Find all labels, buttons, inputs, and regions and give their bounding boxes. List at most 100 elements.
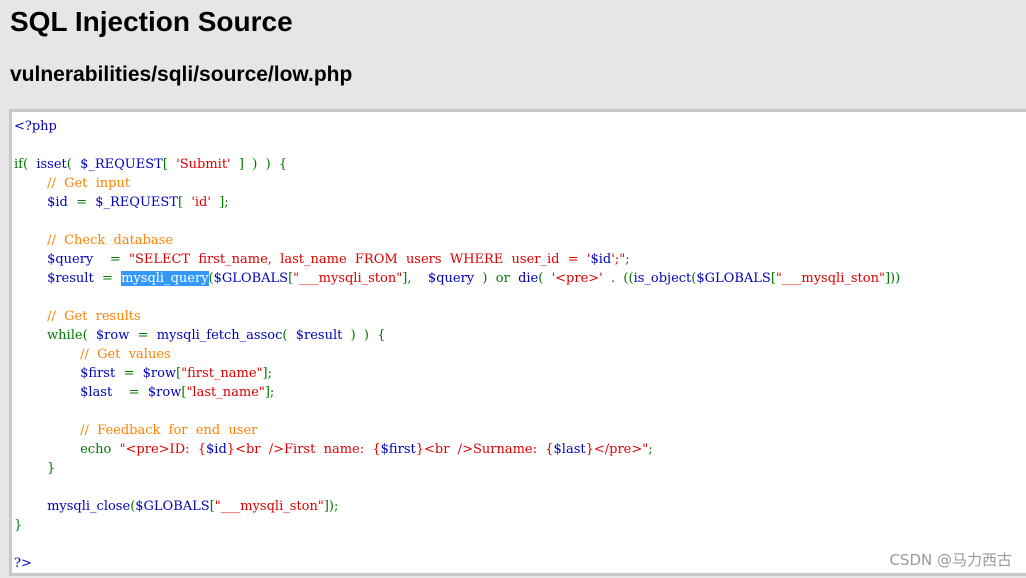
code-line: $last = $row["last_name"]; [14,383,900,402]
code-token: [ [177,195,192,210]
code-token: . (( [611,271,634,286]
code-line: ​ [14,478,900,497]
code-token: "___mysqli_ston" [293,271,403,286]
code-token: ]; [210,195,229,210]
code-line: ?> [14,554,900,573]
code-token: "___mysqli_ston" [775,271,885,286]
source-code-box[interactable]: <?php​if( isset( $_REQUEST[ 'Submit' ] )… [9,109,1026,576]
code-token: // Check database [47,233,174,248]
code-line: // Feedback for end user [14,421,900,440]
code-token: mysqli_fetch_assoc [156,328,283,343]
code-token: ( [66,157,81,172]
code-token: $first [380,442,416,457]
code-token: $query [427,271,483,286]
code-token: $id [206,442,227,457]
code-token: ]; [262,366,272,381]
code-token: "<pre>ID: { [119,442,207,457]
code-line: ​ [14,288,900,307]
code-line: ​ [14,402,900,421]
source-path-heading: vulnerabilities/sqli/source/low.php [10,63,353,86]
code-token: '<pre>' [551,271,612,286]
code-token: $row [147,385,182,400]
code-line: ​ [14,212,900,231]
code-line: // Get input [14,174,900,193]
code-token: $GLOBALS [213,271,289,286]
code-token: ?> [14,556,32,571]
code-token: "___mysqli_ston" [214,499,324,514]
selected-text: mysqli_query [121,271,209,286]
code-token: ]); [323,499,339,514]
csdn-watermark: CSDN @马力西古 [889,551,1012,569]
code-line: // Get values [14,345,900,364]
code-token: $_REQUEST [95,195,178,210]
code-token: "SELECT first_name, last_name FROM users… [128,252,591,267]
code-token: $result [295,328,351,343]
code-token: $id [47,195,77,210]
code-token: $query [47,252,110,267]
code-token: // Feedback for end user [80,423,258,438]
code-token: }<br />First name: { [226,442,381,457]
code-line: $query = "SELECT first_name, last_name F… [14,250,900,269]
code-token: 'Submit' [176,157,231,172]
code-token: ';" [611,252,626,267]
code-token: ], [402,271,428,286]
code-token: }<br />Surname: { [415,442,554,457]
code-line: ​ [14,136,900,155]
code-token: "last_name" [186,385,265,400]
source-code[interactable]: <?php​if( isset( $_REQUEST[ 'Submit' ] )… [14,117,900,573]
code-token: die [518,271,539,286]
code-token: $row [95,328,138,343]
code-token: $first [80,366,124,381]
code-token: ) or [482,271,519,286]
code-token: // Get results [47,309,141,324]
code-token: if( [14,157,37,172]
code-token: }</pre>" [585,442,649,457]
code-token: mysqli_close [47,499,131,514]
code-token: ) ) { [350,328,386,343]
code-token: = [101,271,122,286]
code-line: if( isset( $_REQUEST[ 'Submit' ] ) ) { [14,155,900,174]
code-token: ; [625,252,630,267]
code-token: $row [142,366,177,381]
code-token: $GLOBALS [135,499,210,514]
code-line: $id = $_REQUEST[ 'id' ]; [14,193,900,212]
code-line: mysqli_close($GLOBALS["___mysqli_ston"])… [14,497,900,516]
code-token: = [128,385,148,400]
code-line: ​ [14,535,900,554]
code-token: while( [14,328,96,343]
code-token: // Get values [80,347,171,362]
code-line: echo "<pre>ID: {$id}<br />First name: {$… [14,440,900,459]
code-line: while( $row = mysqli_fetch_assoc( $resul… [14,326,900,345]
code-token: ( [538,271,552,286]
code-token: "first_name" [181,366,263,381]
code-line: } [14,459,900,478]
code-token: ( [282,328,296,343]
code-token: = [137,328,157,343]
code-token: $_REQUEST [80,157,163,172]
code-token: ] ) ) { [230,157,288,172]
code-token: $last [553,442,586,457]
code-line: } [14,516,900,535]
code-token: } [14,461,56,476]
code-token: // Get input [47,176,131,191]
code-token: = [109,252,129,267]
code-token: $id [590,252,612,267]
code-line: <?php [14,117,900,136]
code-token: [ [162,157,177,172]
code-token: $GLOBALS [696,271,771,286]
code-token: 'id' [191,195,211,210]
code-token: ]; [264,385,275,400]
code-token: $result [47,271,102,286]
code-line: $result = mysqli_query($GLOBALS["___mysq… [14,269,900,288]
page-title: SQL Injection Source [10,6,293,37]
code-token: ; [648,442,653,457]
